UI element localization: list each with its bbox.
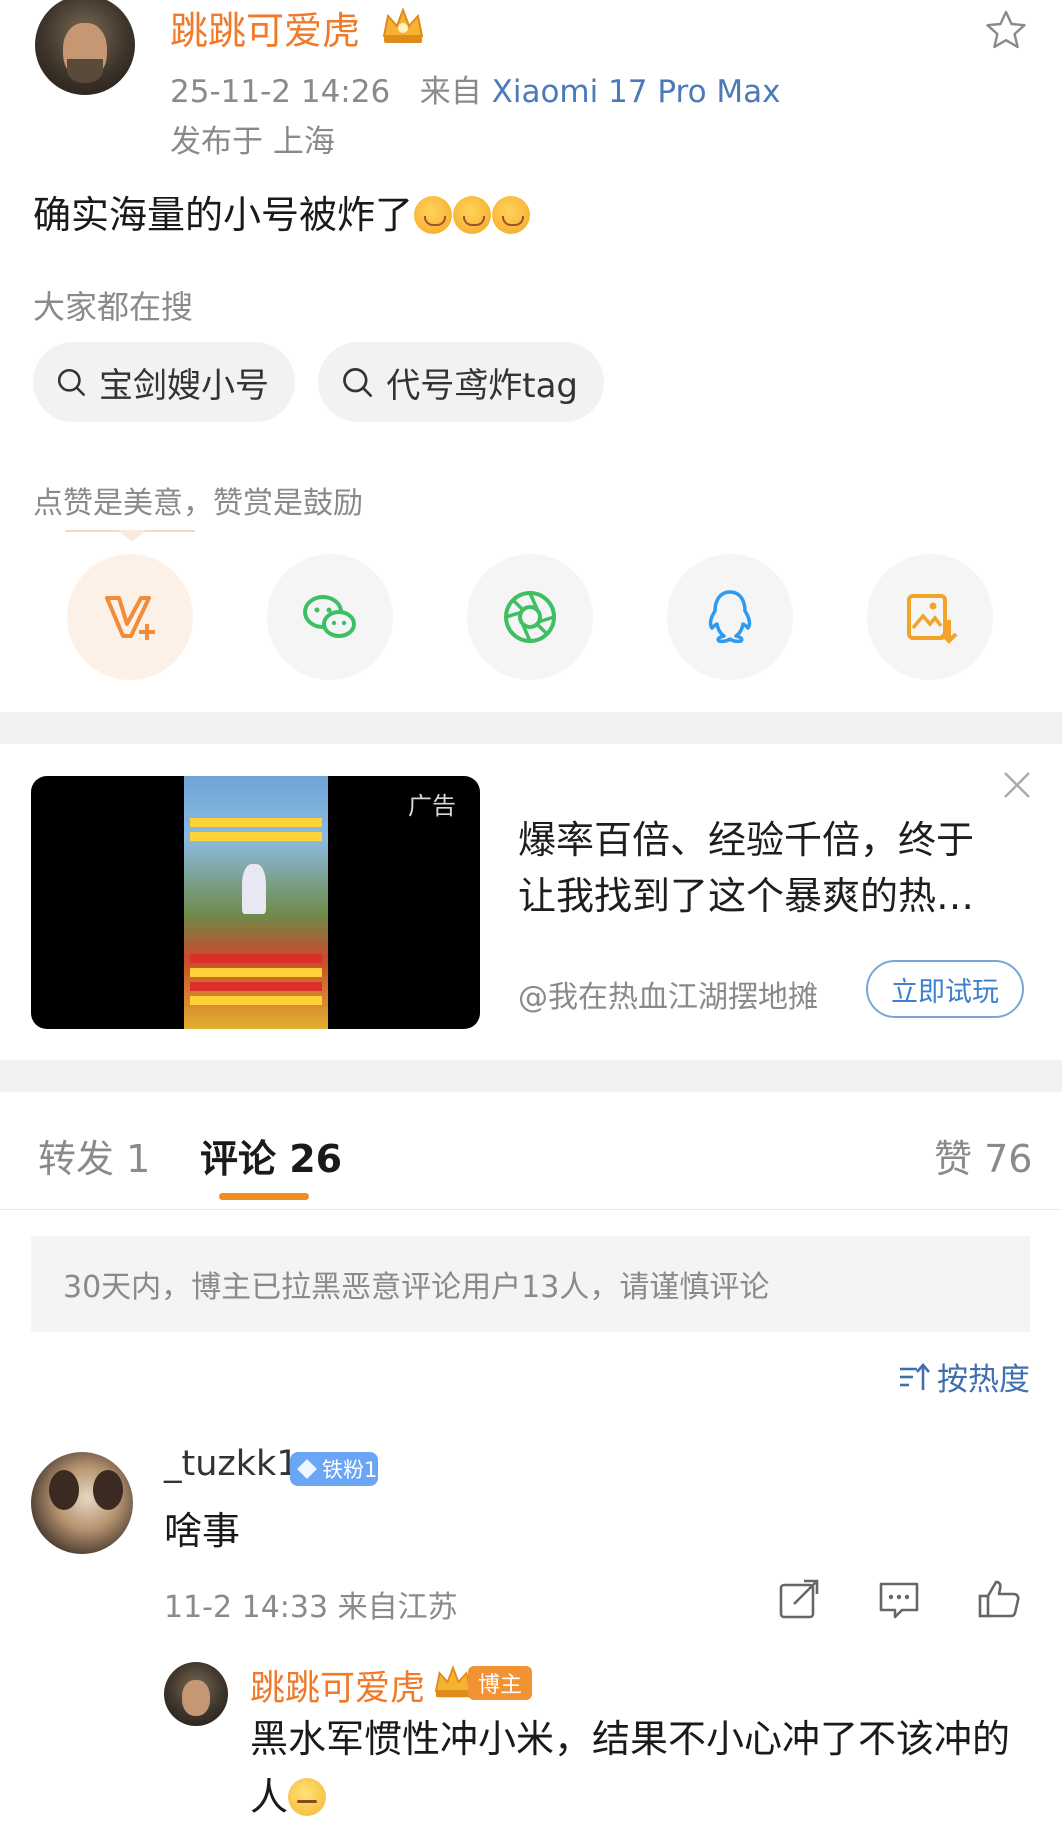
tab-divider	[0, 1209, 1062, 1210]
reply-text: 黑水军惯性冲小米，结果不小心冲了不该冲的人	[250, 1717, 1011, 1819]
reward-vplus-button[interactable]	[67, 554, 193, 680]
diamond-icon	[297, 1459, 317, 1479]
commenter-avatar[interactable]	[31, 1452, 133, 1554]
sort-icon	[900, 1362, 930, 1390]
fan-badge-label: 铁粉1	[322, 1458, 378, 1482]
reply-author-name[interactable]: 跳跳可爱虎	[250, 1660, 425, 1711]
hint-caret	[118, 530, 146, 542]
fan-level-badge: 铁粉1	[290, 1452, 378, 1486]
post-timestamp: 25-11-2 14:26	[170, 74, 391, 110]
reply-body: 黑水军惯性冲小米，结果不小心冲了不该冲的人	[250, 1710, 1030, 1826]
search-icon	[343, 368, 372, 397]
trending-search-title: 大家都在搜	[33, 288, 194, 326]
qq-icon	[708, 590, 752, 644]
smirk-emoji-icon	[288, 1778, 327, 1816]
pleading-emoji-icon	[453, 196, 492, 234]
reply-author-avatar[interactable]	[164, 1662, 228, 1726]
pleading-emoji-icon	[414, 196, 453, 234]
post-meta: 25-11-2 14:26 来自 Xiaomi 17 Pro Max	[170, 66, 781, 111]
source-prefix: 来自	[419, 74, 482, 110]
share-moments-button[interactable]	[467, 554, 593, 680]
pleading-emoji-icon	[492, 196, 531, 234]
sort-button[interactable]: 按热度	[897, 1354, 1030, 1399]
author-avatar[interactable]	[35, 0, 135, 95]
wechat-icon	[303, 595, 356, 638]
share-qq-button[interactable]	[667, 554, 793, 680]
tab-comment[interactable]: 评论 26	[200, 1128, 342, 1183]
block-notice: 30天内，博主已拉黑恶意评论用户13人，请谨慎评论	[31, 1236, 1030, 1332]
tab-like[interactable]: 赞 76	[934, 1128, 1032, 1183]
post-location: 发布于 上海	[170, 124, 335, 160]
search-chip-label: 宝剑嫂小号	[99, 365, 269, 406]
ad-account[interactable]: @我在热血江湖摆地摊	[518, 972, 818, 1016]
moments-icon	[504, 591, 556, 643]
save-image-icon	[907, 594, 958, 644]
save-image-button[interactable]	[867, 554, 993, 680]
host-badge: 博主	[468, 1666, 532, 1700]
share-icon[interactable]	[776, 1576, 822, 1622]
ad-label: 广告	[408, 792, 456, 820]
commenter-name[interactable]: _tuzkk1	[164, 1444, 299, 1484]
reward-hint: 点赞是美意，赞赏是鼓励	[33, 486, 363, 521]
search-chip-label: 代号鸢炸tag	[386, 365, 578, 406]
vplus-icon	[105, 596, 155, 640]
crown-badge-icon	[382, 7, 424, 43]
search-chip[interactable]: 宝剑嫂小号	[33, 342, 295, 422]
author-name[interactable]: 跳跳可爱虎	[170, 0, 360, 55]
sort-label: 按热度	[937, 1362, 1030, 1398]
search-chip[interactable]: 代号鸢炸tag	[318, 342, 604, 422]
try-now-button[interactable]: 立即试玩	[866, 960, 1024, 1018]
tab-repost[interactable]: 转发 1	[38, 1128, 150, 1183]
section-divider	[0, 1060, 1062, 1092]
comment-icon[interactable]	[876, 1576, 922, 1622]
comment-text: 啥事	[164, 1509, 241, 1553]
active-tab-indicator	[219, 1193, 309, 1200]
close-icon[interactable]	[1000, 768, 1034, 802]
post-text: 确实海量的小号被炸了	[33, 193, 414, 237]
favorite-star-icon[interactable]	[984, 8, 1028, 52]
comment-meta: 11-2 14:33 来自江苏	[164, 1590, 458, 1625]
device-link[interactable]: Xiaomi 17 Pro Max	[492, 74, 781, 110]
ad-title-line2: 让我找到了这个暴爽的热…	[518, 874, 975, 918]
ad-title[interactable]: 爆率百倍、经验千倍，终于 让我找到了这个暴爽的热…	[518, 812, 1008, 924]
thumbs-up-icon[interactable]	[976, 1576, 1022, 1622]
post-body: 确实海量的小号被炸了	[33, 184, 531, 239]
search-icon	[57, 368, 85, 396]
section-divider	[0, 712, 1062, 744]
share-wechat-button[interactable]	[267, 554, 393, 680]
ad-title-line1: 爆率百倍、经验千倍，终于	[518, 818, 975, 862]
